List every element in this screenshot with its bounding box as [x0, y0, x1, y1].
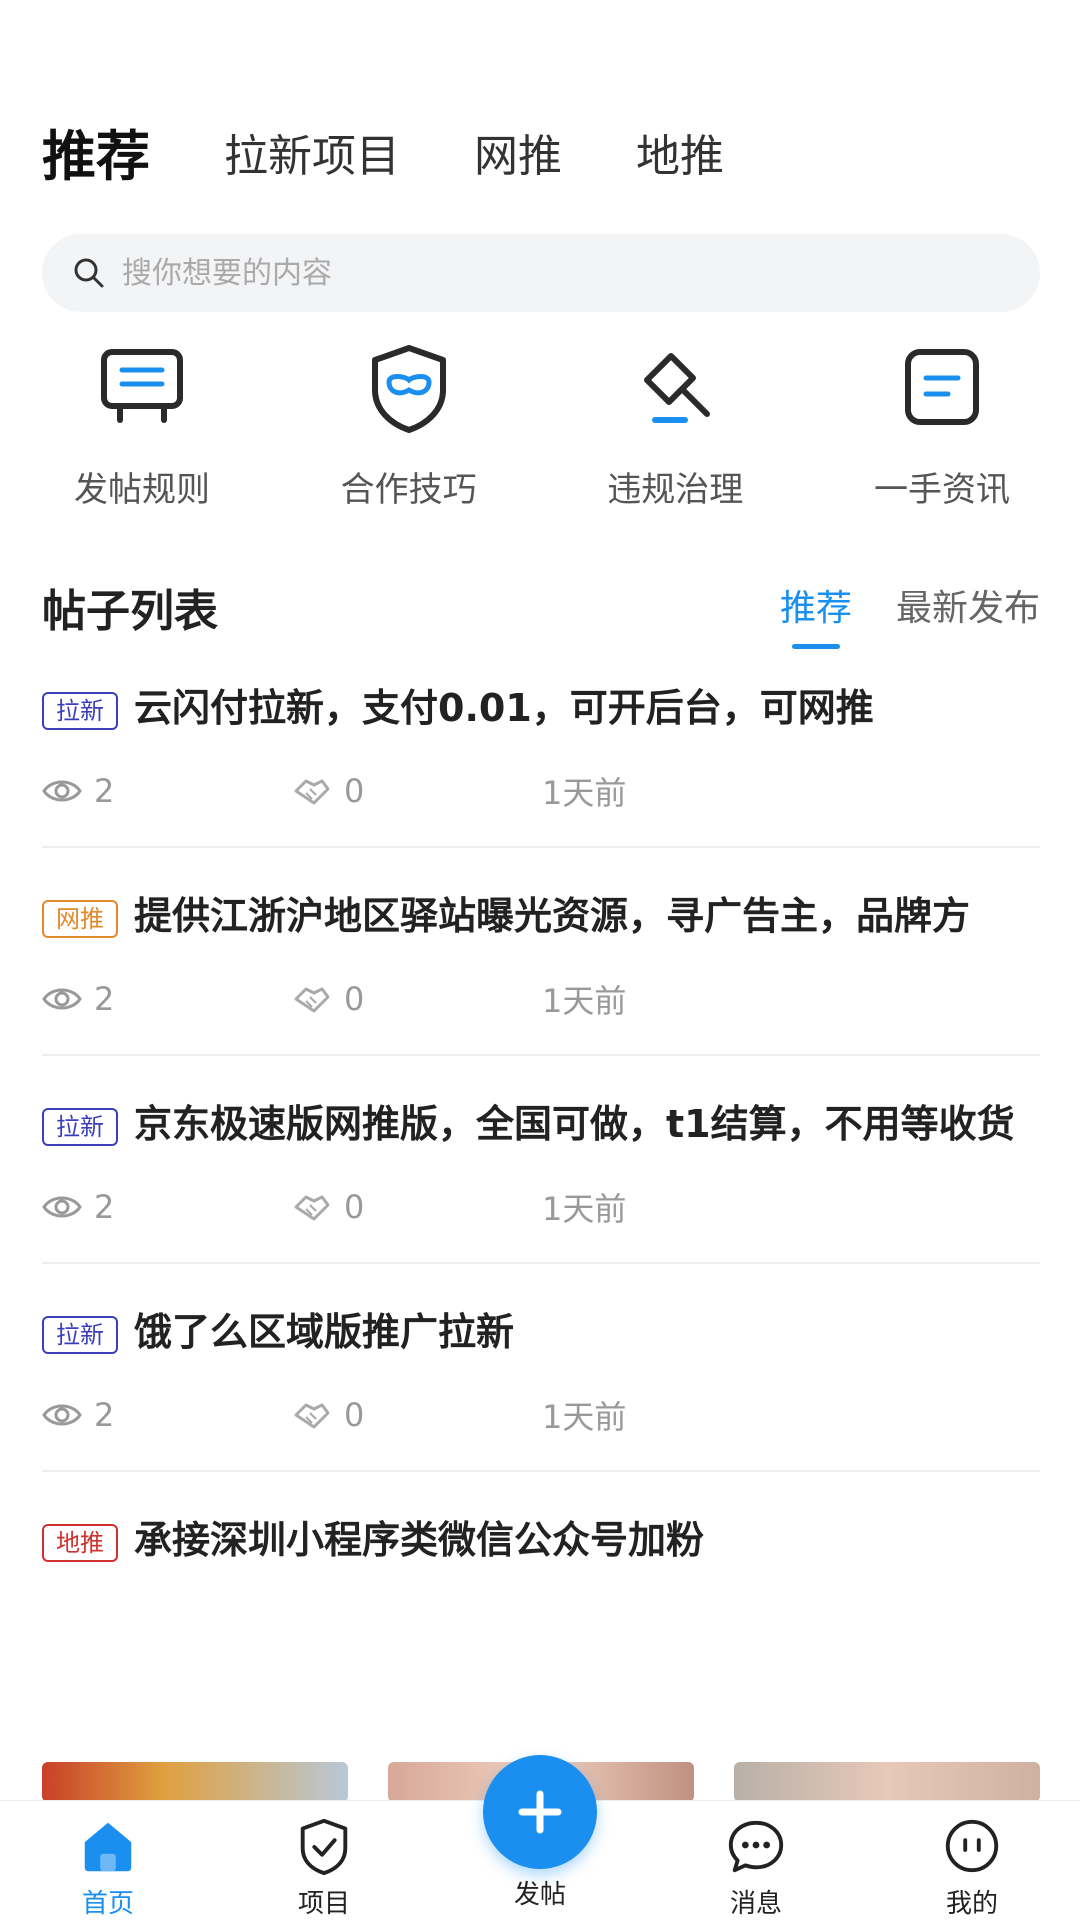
quick-link-label: 一手资讯	[873, 470, 1010, 510]
post-tag: 拉新	[42, 1316, 118, 1354]
post-time: 1天前	[542, 982, 627, 1020]
nav-label: 我的	[945, 1889, 998, 1919]
post-time: 1天前	[542, 774, 627, 812]
eye-icon	[42, 988, 82, 1010]
gavel-icon	[644, 353, 711, 423]
handshake-icon	[294, 1403, 330, 1429]
post-thumbnail[interactable]	[734, 1762, 1040, 1802]
view-count: 2	[94, 980, 115, 1018]
nav-profile[interactable]: 我的	[864, 1801, 1080, 1920]
quick-link-cooperation-tips[interactable]: 合作技巧	[309, 340, 509, 511]
post-item[interactable]: 拉新 饿了么区域版推广拉新 2 0 1天前	[42, 1304, 1040, 1472]
quick-link-label: 发帖规则	[74, 470, 210, 510]
nav-label: 项目	[297, 1889, 350, 1919]
search-input[interactable]	[122, 255, 922, 291]
view-count: 2	[94, 1188, 115, 1226]
post-title: 承接深圳小程序类微信公众号加粉	[134, 1518, 705, 1562]
post-list: 拉新 云闪付拉新，支付0.01，可开后台，可网推 2 0 1天前 网推 提供江浙…	[42, 680, 1040, 1628]
post-time: 1天前	[542, 1190, 627, 1228]
post-list-title: 帖子列表	[42, 586, 218, 637]
post-item[interactable]: 网推 提供江浙沪地区驿站曝光资源，寻广告主，品牌方 2 0 1天前	[42, 888, 1040, 1056]
quick-link-posting-rules[interactable]: 发帖规则	[42, 340, 242, 511]
post-title: 云闪付拉新，支付0.01，可开后台，可网推	[134, 686, 874, 730]
eye-icon	[42, 780, 82, 802]
project-shield-icon	[300, 1818, 348, 1876]
message-bubble-icon	[728, 1820, 784, 1873]
post-item[interactable]: 拉新 云闪付拉新，支付0.01，可开后台，可网推 2 0 1天前	[42, 680, 1040, 848]
quick-link-label: 合作技巧	[340, 470, 477, 510]
sort-tab-latest[interactable]: 最新发布	[896, 579, 1040, 631]
handshake-icon	[294, 779, 330, 805]
post-tag: 网推	[42, 900, 118, 938]
sign-board-icon	[101, 349, 183, 423]
shield-mask-icon	[371, 345, 446, 433]
post-item[interactable]: 地推 承接深圳小程序类微信公众号加粉	[42, 1512, 1040, 1588]
eye-icon	[42, 1404, 82, 1426]
post-list-header: 帖子列表 推荐 最新发布	[42, 575, 1040, 649]
sort-tabs: 推荐 最新发布	[736, 579, 1040, 649]
post-title: 提供江浙沪地区驿站曝光资源，寻广告主，品牌方	[134, 894, 971, 938]
nav-projects[interactable]: 项目	[216, 1801, 432, 1920]
tab-offline-promotion[interactable]: 地推	[636, 127, 724, 187]
post-thumbnail[interactable]	[42, 1762, 348, 1802]
search-icon	[74, 258, 104, 288]
nav-label: 首页	[81, 1889, 134, 1919]
nav-label: 消息	[729, 1889, 782, 1919]
top-tab-bar: 推荐 拉新项目 网推 地推	[42, 115, 798, 187]
plus-icon	[518, 1790, 562, 1834]
eye-icon	[42, 1196, 82, 1218]
post-tag: 拉新	[42, 1108, 118, 1146]
create-post-button[interactable]	[483, 1755, 597, 1869]
post-tag: 地推	[42, 1524, 118, 1562]
like-count: 0	[344, 1188, 365, 1226]
quick-link-label: 违规治理	[607, 470, 744, 510]
tab-online-promotion[interactable]: 网推	[474, 127, 562, 187]
news-card-icon	[904, 349, 979, 425]
like-count: 0	[344, 1396, 365, 1434]
handshake-icon	[294, 1195, 330, 1221]
create-post-label: 发帖	[513, 1880, 566, 1910]
tab-lingxin-projects[interactable]: 拉新项目	[224, 127, 400, 187]
nav-messages[interactable]: 消息	[648, 1801, 864, 1920]
post-title: 京东极速版网推版，全国可做，t1结算，不用等收货	[134, 1102, 1015, 1146]
tab-recommend[interactable]: 推荐	[42, 127, 150, 187]
sort-tab-recommend[interactable]: 推荐	[780, 579, 852, 649]
quick-link-violation-governance[interactable]: 违规治理	[575, 340, 775, 511]
view-count: 2	[94, 772, 115, 810]
post-title: 饿了么区域版推广拉新	[134, 1310, 515, 1354]
view-count: 2	[94, 1396, 115, 1434]
handshake-icon	[294, 987, 330, 1013]
like-count: 0	[344, 772, 365, 810]
post-item[interactable]: 拉新 京东极速版网推版，全国可做，t1结算，不用等收货 2 0 1天前	[42, 1096, 1040, 1264]
post-time: 1天前	[542, 1398, 627, 1436]
nav-home[interactable]: 首页	[0, 1801, 216, 1920]
profile-face-icon	[945, 1819, 999, 1873]
like-count: 0	[344, 980, 365, 1018]
quick-links: 发帖规则 合作技巧 违规治理 一手资讯	[42, 340, 1042, 511]
quick-link-first-hand-news[interactable]: 一手资讯	[842, 340, 1042, 511]
post-tag: 拉新	[42, 692, 118, 730]
search-bar[interactable]	[42, 234, 1040, 312]
home-icon	[84, 1822, 132, 1872]
